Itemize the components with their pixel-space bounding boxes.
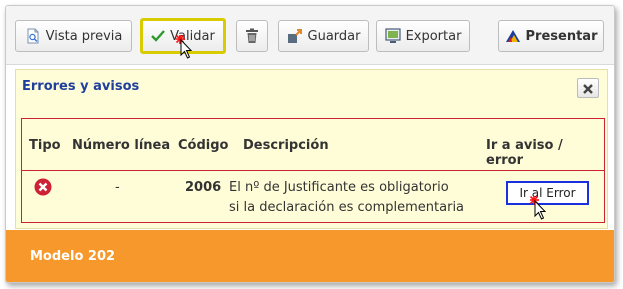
- export-button[interactable]: Exportar: [376, 20, 470, 52]
- trash-icon: [245, 28, 259, 44]
- column-header-description: Descripción: [243, 138, 329, 153]
- footer-bar: Modelo 202: [6, 230, 614, 282]
- column-header-goto: Ir a aviso / error: [486, 138, 563, 168]
- column-header-line-number: Número línea: [72, 138, 171, 153]
- validate-button[interactable]: Validar: [140, 18, 226, 54]
- close-button[interactable]: [577, 78, 599, 98]
- column-header-type: Tipo: [29, 138, 61, 153]
- save-button[interactable]: Guardar: [278, 20, 369, 52]
- export-screen-icon: [384, 28, 401, 44]
- goto-error-button[interactable]: Ir al Error: [506, 181, 589, 205]
- toolbar: Vista previa Validar Guardar Exportar Pr…: [6, 6, 614, 65]
- errors-table: Tipo Número línea Código Descripción Ir …: [21, 118, 605, 223]
- preview-button[interactable]: Vista previa: [15, 20, 132, 52]
- errors-panel: Errores y avisos Tipo Número línea Códig…: [15, 69, 608, 229]
- error-icon: [34, 178, 52, 200]
- agency-logo-icon: [505, 29, 521, 43]
- column-header-code: Código: [178, 138, 229, 153]
- save-upload-icon: [287, 28, 303, 44]
- description-line-2: si la declaración es complementaria: [229, 200, 465, 215]
- submit-button-label: Presentar: [525, 28, 598, 44]
- errors-panel-title: Errores y avisos: [22, 79, 140, 94]
- goto-error-button-label: Ir al Error: [519, 186, 576, 200]
- save-button-label: Guardar: [307, 28, 361, 44]
- line-number-cell: -: [115, 180, 120, 195]
- code-cell: 2006: [185, 180, 222, 195]
- validate-button-label: Validar: [170, 28, 215, 44]
- window-frame: Vista previa Validar Guardar Exportar Pr…: [5, 5, 615, 283]
- submit-button[interactable]: Presentar: [498, 20, 604, 52]
- table-header-row: Tipo Número línea Código Descripción Ir …: [22, 119, 604, 171]
- export-button-label: Exportar: [405, 28, 462, 44]
- model-label: Modelo 202: [30, 249, 116, 264]
- delete-button[interactable]: [236, 20, 268, 52]
- document-preview-icon: [25, 28, 41, 44]
- close-icon: [583, 79, 593, 98]
- preview-button-label: Vista previa: [45, 28, 123, 44]
- description-line-1: El nº de Justificante es obligatorio: [229, 180, 449, 195]
- checkmark-icon: [151, 30, 166, 42]
